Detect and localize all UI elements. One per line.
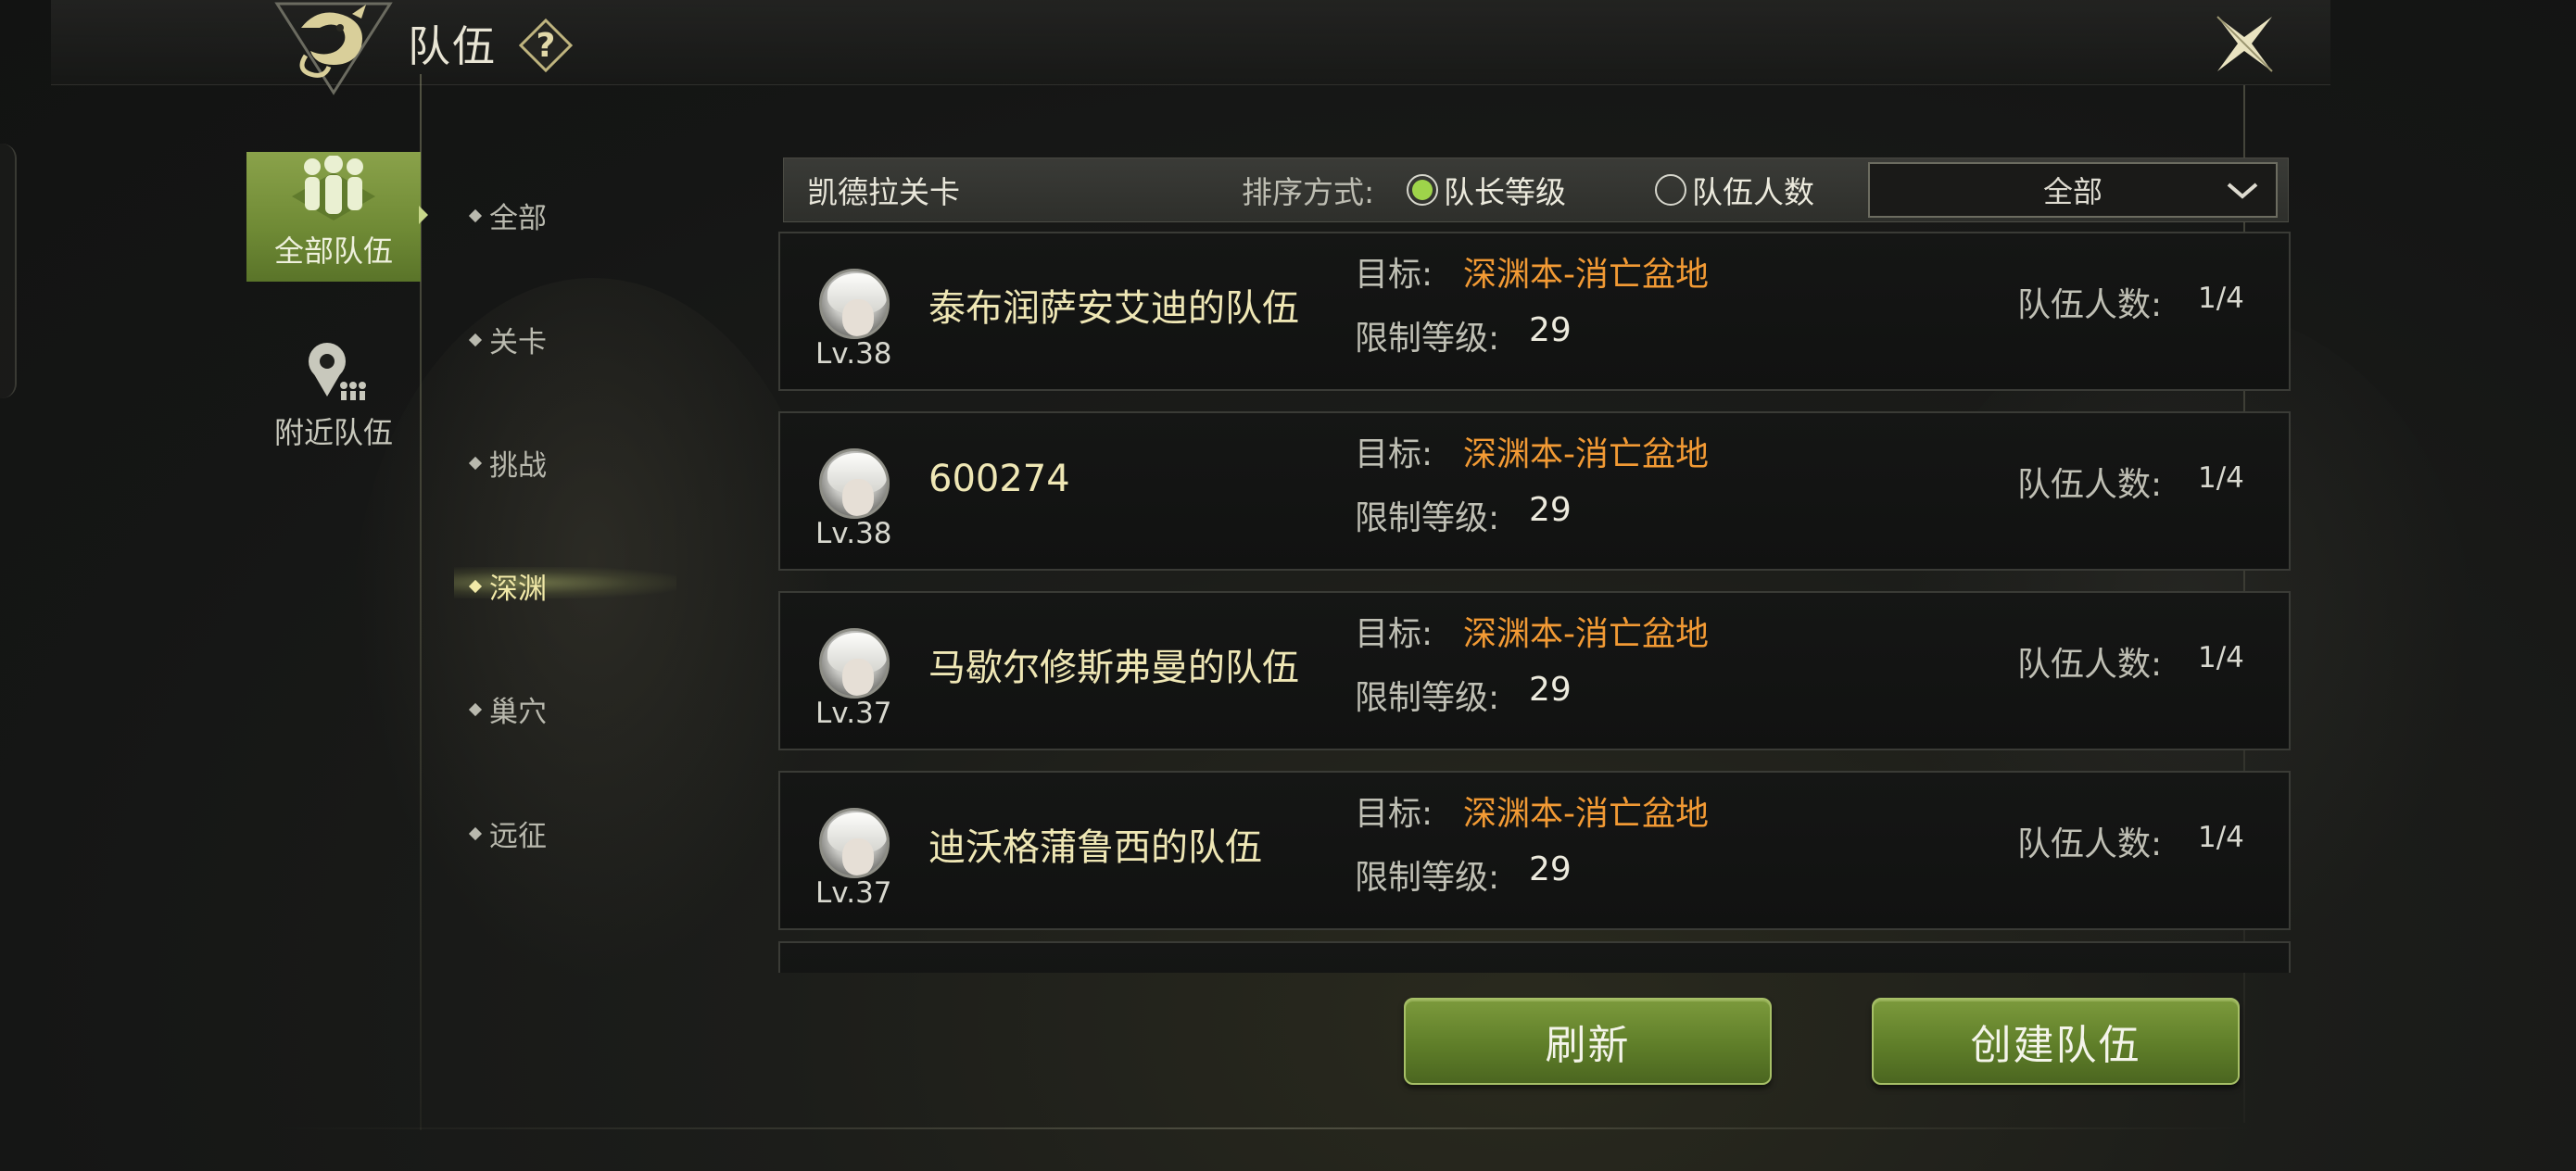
filter-bar: 凯德拉关卡 排序方式: 队长等级 队伍人数 全部	[783, 157, 2289, 222]
filter-dropdown[interactable]: 全部	[1868, 162, 2278, 218]
team-row[interactable]: Lv.38 600274 目标: 深渊本-消亡盆地 限制等级: 29 队伍人数:…	[778, 411, 2291, 571]
help-question-mark: ?	[536, 26, 556, 65]
dragon-emblem-icon	[274, 2, 393, 95]
leader-avatar	[819, 448, 890, 519]
goal-label: 目标:	[1355, 256, 1433, 294]
sub-tab-label: 全部	[489, 202, 547, 235]
goal-value: 深渊本-消亡盆地	[1463, 435, 1709, 473]
member-count-label: 队伍人数:	[2017, 825, 2163, 863]
level-limit-label: 限制等级:	[1355, 499, 1500, 537]
team-list[interactable]: Lv.38 泰布润萨安艾迪的队伍 目标: 深渊本-消亡盆地 限制等级: 29 队…	[778, 232, 2291, 973]
leader-avatar	[819, 269, 890, 339]
radio-selected-icon	[1407, 174, 1438, 206]
goal-label: 目标:	[1355, 615, 1433, 653]
close-x-icon	[2216, 16, 2273, 72]
team-name: 迪沃格蒲鲁西的队伍	[928, 826, 1262, 869]
goal-value: 深渊本-消亡盆地	[1463, 256, 1709, 294]
left-edge-handle[interactable]	[0, 144, 17, 398]
member-count-value: 1/4	[2198, 461, 2244, 495]
team-row[interactable]: Lv.37 迪沃格蒲鲁西的队伍 目标: 深渊本-消亡盆地 限制等级: 29 队伍…	[778, 771, 2291, 930]
level-limit-value: 29	[1529, 311, 1572, 349]
level-limit-value: 29	[1529, 671, 1572, 709]
team-name: 马歇尔修斯弗曼的队伍	[928, 647, 1299, 689]
level-limit-label: 限制等级:	[1355, 859, 1500, 897]
member-count-label: 队伍人数:	[2017, 646, 2163, 684]
goal-label: 目标:	[1355, 435, 1433, 473]
background-figure-left	[352, 278, 834, 982]
sub-tab-label: 挑战	[489, 449, 547, 483]
member-count-label: 队伍人数:	[2017, 286, 2163, 324]
goal-label: 目标:	[1355, 795, 1433, 833]
team-row-partial[interactable]	[778, 941, 2291, 973]
bullet-icon	[468, 702, 483, 716]
sort-label: 排序方式:	[1242, 174, 1375, 210]
location-pin-icon	[309, 343, 366, 400]
member-count-value: 1/4	[2198, 821, 2244, 854]
radio-unselected-icon	[1655, 174, 1686, 206]
bottom-divider	[278, 1127, 2252, 1129]
member-count-label: 队伍人数:	[2017, 466, 2163, 504]
sub-tab-abyss[interactable]: 深渊	[468, 565, 547, 607]
member-count-value: 1/4	[2198, 641, 2244, 674]
sort-by-leader-level-radio[interactable]: 队长等级	[1407, 168, 1566, 212]
bullet-icon	[468, 208, 483, 222]
tab-pointer-icon	[419, 206, 428, 224]
leader-level: Lv.37	[815, 697, 892, 730]
team-group-icon	[292, 156, 375, 220]
bullet-icon	[468, 579, 483, 593]
sub-tab-label: 深渊	[489, 573, 547, 606]
radio-label: 队长等级	[1444, 174, 1566, 210]
level-limit-value: 29	[1529, 850, 1572, 888]
member-count-value: 1/4	[2198, 282, 2244, 315]
help-button[interactable]: ?	[518, 18, 574, 73]
sub-tab-label: 远征	[489, 820, 547, 853]
radio-label: 队伍人数	[1692, 174, 1814, 210]
tab-nearby-teams[interactable]: 附近队伍	[246, 334, 421, 463]
leader-level: Lv.38	[815, 517, 892, 550]
page-title: 队伍	[408, 21, 497, 71]
tab-all-teams[interactable]: 全部队伍	[246, 152, 421, 282]
bullet-icon	[468, 826, 483, 840]
leader-avatar	[819, 628, 890, 699]
team-name: 600274	[928, 458, 1070, 500]
sub-tab-expedition[interactable]: 远征	[468, 812, 547, 854]
refresh-button[interactable]: 刷新	[1404, 998, 1772, 1085]
sub-tab-label: 巢穴	[489, 696, 547, 729]
goal-value: 深渊本-消亡盆地	[1463, 795, 1709, 833]
tab-all-teams-label: 全部队伍	[273, 233, 393, 269]
team-row[interactable]: Lv.37 马歇尔修斯弗曼的队伍 目标: 深渊本-消亡盆地 限制等级: 29 队…	[778, 591, 2291, 750]
team-row[interactable]: Lv.38 泰布润萨安艾迪的队伍 目标: 深渊本-消亡盆地 限制等级: 29 队…	[778, 232, 2291, 391]
sort-by-member-count-radio[interactable]: 队伍人数	[1655, 168, 1814, 212]
close-button[interactable]	[2210, 9, 2279, 79]
level-limit-value: 29	[1529, 491, 1572, 529]
goal-value: 深渊本-消亡盆地	[1463, 615, 1709, 653]
level-limit-label: 限制等级:	[1355, 679, 1500, 717]
dropdown-value: 全部	[2042, 174, 2102, 209]
sub-tab-challenge[interactable]: 挑战	[468, 442, 547, 484]
bullet-icon	[468, 456, 483, 470]
sub-tab-label: 关卡	[489, 326, 547, 359]
tab-nearby-teams-label: 附近队伍	[273, 415, 393, 450]
leader-avatar	[819, 808, 890, 878]
bullet-icon	[468, 333, 483, 346]
chevron-down-icon	[2227, 183, 2258, 199]
level-limit-label: 限制等级:	[1355, 320, 1500, 358]
sub-tab-nest[interactable]: 巢穴	[468, 688, 547, 730]
filter-title: 凯德拉关卡	[807, 174, 960, 210]
sub-tab-all[interactable]: 全部	[468, 195, 547, 236]
team-name: 泰布润萨安艾迪的队伍	[928, 287, 1299, 330]
leader-level: Lv.38	[815, 337, 892, 371]
create-team-button[interactable]: 创建队伍	[1872, 998, 2240, 1085]
sub-tab-stage[interactable]: 关卡	[468, 319, 547, 360]
leader-level: Lv.37	[815, 876, 892, 910]
